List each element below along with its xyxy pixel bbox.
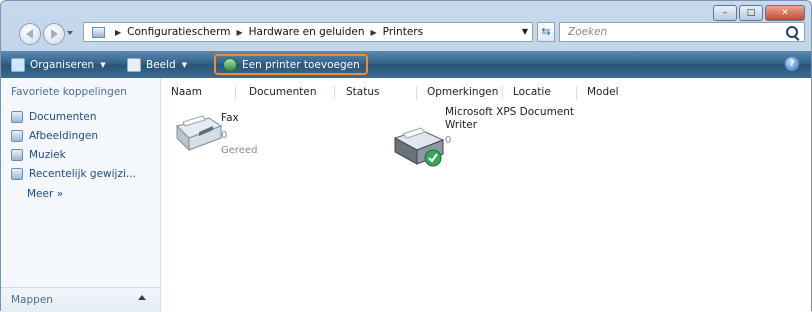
address-bar[interactable]: ▶ Configuratiescherm ▶ Hardware en gelui… <box>83 22 533 42</box>
printer-name: Microsoft XPS Document Writer <box>445 106 575 131</box>
folders-toggle[interactable]: Mappen <box>1 287 160 312</box>
organize-icon <box>11 57 25 72</box>
navigation-pane: Favoriete koppelingen Documenten Afbeeld… <box>1 78 161 312</box>
refresh-button[interactable]: ⇆ <box>537 22 555 42</box>
printers-view: Naam Documenten Status Opmerkingen Locat… <box>161 78 811 312</box>
column-header-comments[interactable]: Opmerkingen <box>427 86 498 98</box>
music-icon <box>11 149 23 161</box>
breadcrumb-separator-icon: ▶ <box>115 27 122 37</box>
column-header-location[interactable]: Locatie <box>513 86 551 98</box>
favorite-link-pictures[interactable]: Afbeeldingen <box>11 130 98 142</box>
close-button[interactable]: ✕ <box>765 5 805 21</box>
view-icon <box>127 57 141 72</box>
printer-status: Gereed <box>221 145 258 156</box>
maximize-button[interactable]: □ <box>739 5 763 21</box>
address-dropdown-icon[interactable]: ▼ <box>522 27 528 36</box>
help-icon[interactable]: ? <box>785 57 799 71</box>
pictures-icon <box>11 130 23 142</box>
recent-icon <box>11 168 23 180</box>
organize-label: Organiseren <box>30 58 95 71</box>
column-header-documents[interactable]: Documenten <box>249 86 317 98</box>
printer-docs: 0 <box>221 130 228 141</box>
xps-printer-icon <box>393 127 445 167</box>
minimize-button[interactable]: – <box>713 5 737 21</box>
breadcrumb-hardware[interactable]: Hardware en geluiden <box>249 26 365 38</box>
caption-buttons: – □ ✕ <box>713 5 805 21</box>
search-box[interactable]: Zoeken <box>559 22 805 42</box>
organize-button[interactable]: Organiseren ▼ <box>11 51 106 78</box>
column-header-name[interactable]: Naam <box>171 86 202 98</box>
view-button[interactable]: Beeld ▼ <box>127 51 187 78</box>
column-separator[interactable] <box>416 86 417 100</box>
favorite-link-music[interactable]: Muziek <box>11 149 66 161</box>
printer-item-xps[interactable]: Microsoft XPS Document Writer 0 <box>389 106 599 186</box>
column-separator[interactable] <box>502 86 503 100</box>
favorites-title: Favoriete koppelingen <box>11 86 127 98</box>
favorite-link-label: Documenten <box>29 111 97 123</box>
breadcrumb-separator-icon: ▶ <box>370 27 377 37</box>
breadcrumb-printers[interactable]: Printers <box>383 26 423 38</box>
chevron-up-icon <box>138 295 146 300</box>
back-button[interactable] <box>19 23 41 45</box>
column-separator[interactable] <box>576 86 577 100</box>
favorite-link-documents[interactable]: Documenten <box>11 111 97 123</box>
favorite-link-label: Recentelijk gewijzi... <box>29 168 136 180</box>
breadcrumb-separator-icon: ▶ <box>236 27 243 37</box>
command-bar: Organiseren ▼ Beeld ▼ Een printer toevoe… <box>1 51 811 78</box>
breadcrumb: ▶ Configuratiescherm ▶ Hardware en gelui… <box>109 26 423 38</box>
printer-name: Fax <box>221 112 239 124</box>
favorite-link-label: Muziek <box>29 149 66 161</box>
history-dropdown-icon[interactable] <box>67 31 73 35</box>
search-input[interactable]: Zoeken <box>568 26 607 38</box>
folders-label: Mappen <box>11 294 53 306</box>
column-separator[interactable] <box>334 86 335 100</box>
fax-icon <box>176 115 223 152</box>
column-header-status[interactable]: Status <box>346 86 379 98</box>
chevron-down-icon: ▼ <box>100 60 106 69</box>
forward-button[interactable] <box>43 23 65 45</box>
column-separator[interactable] <box>235 86 236 100</box>
more-link[interactable]: Meer » <box>27 188 63 200</box>
favorite-link-label: Afbeeldingen <box>29 130 99 142</box>
documents-icon <box>11 111 23 123</box>
titlebar: – □ ✕ ▶ Configuratiescherm ▶ Hardware en… <box>1 1 811 45</box>
highlight-box <box>214 54 368 75</box>
window: – □ ✕ ▶ Configuratiescherm ▶ Hardware en… <box>0 0 812 312</box>
search-icon[interactable] <box>786 26 798 38</box>
view-label: Beeld <box>146 58 176 71</box>
breadcrumb-control-panel[interactable]: Configuratiescherm <box>127 26 230 38</box>
printer-docs: 0 <box>445 135 452 146</box>
column-header-model[interactable]: Model <box>587 86 619 98</box>
printer-item-fax[interactable]: Fax 0 Gereed <box>169 108 299 178</box>
chevron-down-icon: ▼ <box>181 60 188 69</box>
control-panel-icon <box>92 26 105 38</box>
favorite-link-recent[interactable]: Recentelijk gewijzi... <box>11 168 136 180</box>
